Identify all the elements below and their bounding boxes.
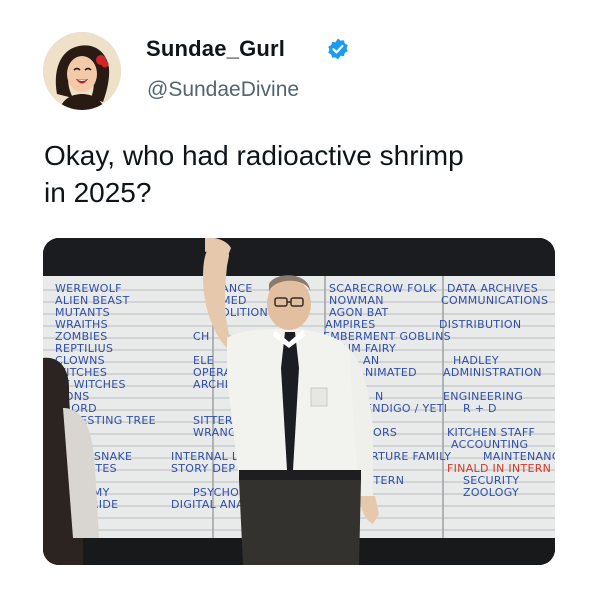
board-label: DISTRIBUTION [439, 318, 521, 331]
board-label: DIGITAL ANA [171, 498, 244, 511]
verified-badge-icon [328, 38, 348, 60]
tweet-text-line: Okay, who had radioactive shrimp [44, 140, 464, 171]
board-label: OLITION [221, 306, 268, 319]
tweet-header: Sundae_Gurl @SundaeDivine [43, 32, 563, 112]
tweet-text: Okay, who had radioactive shrimp in 2025… [44, 137, 564, 211]
tweet-text-line: in 2025? [44, 177, 152, 208]
board-label: ZOOLOGY [463, 486, 519, 499]
board-label: ENDIGO / YETI [365, 402, 447, 415]
board-label: NIMATED [365, 366, 417, 379]
board-label: ADMINISTRATION [443, 366, 542, 379]
board-label: COMMUNICATIONS [441, 294, 548, 307]
board-label: R + D [463, 402, 497, 415]
user-handle[interactable]: @SundaeDivine [147, 78, 299, 102]
media-image: WEREWOLF ALIEN BEAST MUTANTS WRAITHS ZOM… [43, 238, 555, 565]
avatar-image [43, 32, 121, 110]
board-label: CH [193, 330, 210, 343]
board-label: ORS [373, 426, 397, 439]
profile-avatar[interactable] [43, 32, 121, 110]
board-label: WRANG [193, 426, 237, 439]
tweet-media[interactable]: WEREWOLF ALIEN BEAST MUTANTS WRAITHS ZOM… [43, 238, 555, 565]
board-label: STORY DEP [171, 462, 235, 475]
display-name[interactable]: Sundae_Gurl [146, 36, 285, 62]
